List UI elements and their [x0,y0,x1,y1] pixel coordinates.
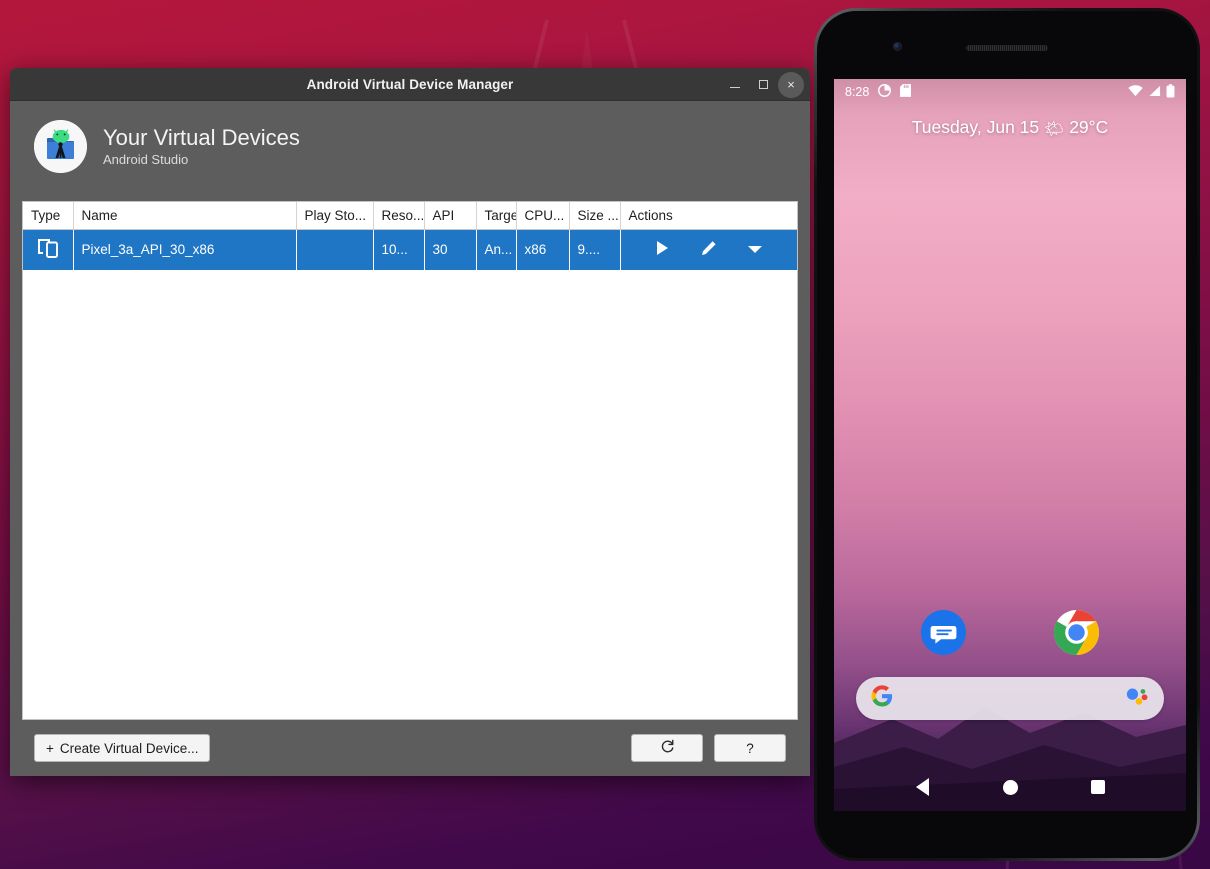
column-header-resolution[interactable]: Reso... [373,202,425,230]
maximize-button[interactable] [750,72,776,98]
table-header-row: Type Name Play Sto... Reso... API Target… [23,202,797,230]
cell-signal-icon [1148,85,1161,100]
cell-name: Pixel_3a_API_30_x86 [73,229,297,270]
window-controls: × [722,68,804,101]
column-header-name[interactable]: Name [73,202,297,230]
emulator-screen[interactable]: 8:28 Tuesday, Jun 15 🌤 29°C [834,79,1186,811]
edit-device-button[interactable] [699,240,719,260]
maximize-icon [758,80,768,89]
create-virtual-device-button[interactable]: + Create Virtual Device... [34,734,211,762]
pie-chart-icon [878,84,892,100]
avd-manager-window: Android Virtual Device Manager × Your Vi… [10,68,810,776]
earpiece-speaker [966,45,1048,51]
temperature-text: 29°C [1069,117,1109,137]
phone-tablet-icon [37,239,59,261]
table-row[interactable]: Pixel_3a_API_30_x86 10... 30 An... x86 9… [23,229,797,270]
refresh-icon [660,739,675,757]
column-header-size[interactable]: Size ... [569,202,621,230]
column-header-type[interactable]: Type [23,202,74,230]
avd-body: Type Name Play Sto... Reso... API Target… [10,191,810,776]
cell-target: An... [476,229,517,270]
refresh-button[interactable] [631,734,703,762]
page-subtitle: Android Studio [103,152,189,168]
android-emulator: 8:28 Tuesday, Jun 15 🌤 29°C [814,8,1200,861]
close-button[interactable]: × [778,71,804,98]
date-text: Tuesday, Jun 15 [911,117,1040,137]
messages-app-icon[interactable] [921,610,966,655]
battery-icon [1166,83,1175,101]
device-table: Type Name Play Sto... Reso... API Target… [23,202,797,270]
column-header-cpu[interactable]: CPU... [516,202,570,230]
page-title: Your Virtual Devices [103,124,300,150]
cell-actions [620,230,797,270]
desktop-wallpaper: Android Virtual Device Manager × Your Vi… [0,0,1210,869]
device-table-container: Type Name Play Sto... Reso... API Target… [22,201,798,720]
android-studio-icon [34,119,87,173]
date-weather-widget[interactable]: Tuesday, Jun 15 🌤 29°C [834,117,1186,139]
android-navigation-bar [834,763,1186,811]
cell-play-store [296,229,374,270]
nav-back-button[interactable] [905,770,939,804]
phone-frame: 8:28 Tuesday, Jun 15 🌤 29°C [814,8,1200,861]
cell-cpu: x86 [516,229,570,270]
column-header-target[interactable]: Target [476,202,517,230]
chevron-down-icon [747,242,763,257]
phone-bezel: 8:28 Tuesday, Jun 15 🌤 29°C [817,11,1197,858]
nav-home-button[interactable] [993,770,1027,804]
home-circle-icon [1002,779,1018,795]
minimize-button[interactable] [722,72,748,98]
column-header-api[interactable]: API [424,202,477,230]
google-g-icon [871,685,893,712]
device-menu-button[interactable] [745,240,765,260]
cell-api: 30 [424,229,477,270]
front-camera-icon [893,42,902,51]
google-assistant-icon[interactable] [1125,686,1149,711]
column-header-actions[interactable]: Actions [620,202,797,230]
sd-card-icon [900,84,912,100]
avd-header: Your Virtual Devices Android Studio [10,101,810,191]
wifi-icon [1128,84,1143,100]
avd-footer: + Create Virtual Device... ? [22,720,798,776]
create-virtual-device-label: Create Virtual Device... [59,740,199,756]
window-title: Android Virtual Device Manager [306,76,514,92]
run-device-button[interactable] [653,240,673,260]
back-triangle-icon [915,778,929,796]
window-titlebar[interactable]: Android Virtual Device Manager × [10,68,810,101]
cell-type [23,229,74,270]
google-search-bar[interactable] [856,677,1164,720]
statusbar-clock: 8:28 [845,85,870,99]
minimize-icon [730,86,740,89]
plus-icon: + [46,740,54,756]
weather-icon: 🌤 [1044,121,1065,138]
cell-size: 9.... [569,229,621,270]
home-app-row [834,610,1186,655]
help-button[interactable]: ? [714,734,786,762]
chrome-app-icon[interactable] [1053,610,1100,655]
pencil-icon [700,240,717,260]
recents-square-icon [1091,780,1105,794]
cell-resolution: 10... [373,229,425,270]
play-icon [655,240,670,259]
nav-recents-button[interactable] [1081,770,1115,804]
column-header-play-store[interactable]: Play Sto... [296,202,374,230]
android-statusbar: 8:28 [834,79,1186,105]
